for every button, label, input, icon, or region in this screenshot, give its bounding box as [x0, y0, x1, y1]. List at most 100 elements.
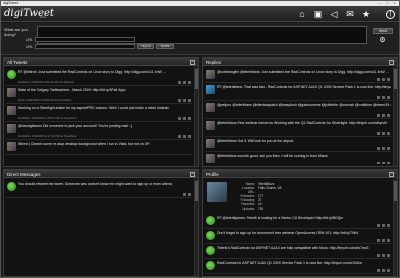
retweet-icon[interactable] [381, 239, 385, 242]
list-item[interactable]: @davidgibsons Did someone to pick your a… [6, 122, 192, 140]
mail-icon[interactable]: ✉ [345, 9, 355, 19]
send-button[interactable]: Send [373, 28, 393, 34]
retweet-icon[interactable] [381, 78, 385, 81]
favorite-icon[interactable] [386, 78, 390, 81]
list-item[interactable]: RT @telerikfans: That was fast - RadCont… [205, 83, 391, 101]
avatar [7, 70, 16, 79]
expand-icon[interactable]: ↗ [389, 171, 394, 177]
scroll-thumb[interactable] [394, 181, 397, 201]
list-item[interactable]: @telerikfans Got it. Will look for you a… [205, 137, 391, 152]
favorite-icon[interactable] [386, 269, 390, 272]
retweet-icon[interactable] [182, 135, 186, 138]
list-item[interactable]: Telerik's RadControls for ASP.NET AJAX a… [205, 244, 391, 259]
power-icon[interactable]: | [386, 10, 395, 19]
minimize-button[interactable]: – [378, 1, 383, 5]
reply-icon[interactable] [177, 99, 181, 102]
expand-icon[interactable]: ↗ [190, 171, 195, 177]
favorite-icon[interactable] [386, 96, 390, 99]
list-item[interactable]: RT @leltrob: Just submitted the RadContr… [6, 68, 192, 86]
list-item[interactable]: @telerikfans First webinar tomorrow Work… [205, 119, 391, 137]
retweet-icon[interactable] [381, 147, 385, 150]
close-button[interactable]: × [392, 1, 397, 5]
profile-tweets-list: RT @telerikjames: Telerik is looking for… [205, 214, 391, 274]
scrollbar[interactable] [393, 179, 397, 276]
list-item[interactable]: @telerikfans sounds good, see you then. … [205, 152, 391, 164]
scrollbar[interactable] [393, 67, 397, 166]
favorite-icon[interactable] [386, 224, 390, 227]
settings-gear-icon[interactable]: ⚙ [379, 37, 386, 44]
url-input-a[interactable] [35, 37, 135, 42]
reply-icon[interactable] [376, 254, 380, 257]
retweet-icon[interactable] [381, 162, 385, 164]
scrollbar[interactable] [194, 67, 198, 166]
list-item[interactable]: @ccbbfanglini @telerikfans: Just submitt… [205, 68, 391, 83]
home-icon[interactable]: ⌂ [297, 9, 307, 19]
reply-icon[interactable] [177, 81, 181, 84]
tinyurl-button[interactable]: TinyUrl [137, 44, 155, 49]
retweet-icon[interactable] [381, 269, 385, 272]
reply-icon[interactable] [376, 147, 380, 150]
scroll-thumb[interactable] [394, 69, 397, 89]
reply-icon[interactable] [376, 162, 380, 164]
favorite-icon[interactable] [386, 254, 390, 257]
reply-icon[interactable] [376, 114, 380, 117]
reply-icon[interactable] [376, 224, 380, 227]
app-logo: digiTweet [4, 8, 54, 19]
compose-area: What are you doing? Send ⚙ URL URL TinyU… [1, 23, 399, 55]
reply-icon[interactable] [182, 193, 186, 196]
list-item[interactable]: @petjuru @telerikfans @silentsatpatch @i… [205, 101, 391, 119]
reply-icon[interactable] [376, 239, 380, 242]
list-item[interactable]: RadControls for ASP.NET AJAX Q1 2009 Ser… [205, 259, 391, 274]
retweet-icon[interactable] [182, 117, 186, 120]
favorite-icon[interactable] [187, 81, 191, 84]
retweet-icon[interactable] [381, 254, 385, 257]
favorite-icon[interactable]: ★ [361, 9, 371, 19]
favorite-icon[interactable] [386, 162, 390, 164]
list-item[interactable]: Working on a Silverlight article for my … [6, 104, 192, 122]
favorite-icon[interactable] [187, 117, 191, 120]
reply-icon[interactable] [177, 135, 181, 138]
list-item[interactable]: Don't forget to sign up for tomorrow's f… [205, 229, 391, 244]
scroll-thumb[interactable] [195, 69, 198, 89]
favorite-icon[interactable] [386, 239, 390, 242]
window-controls: – □ × [378, 1, 397, 5]
reply-icon[interactable]: ◁ [329, 9, 339, 19]
delete-icon[interactable] [187, 193, 191, 196]
profile-avatar [207, 182, 227, 202]
url-input-b[interactable] [35, 44, 135, 49]
twitpic-button[interactable]: TwitPic [156, 44, 174, 49]
list-item[interactable]: State of the Celgary Twitterphere - Marc… [6, 86, 192, 104]
retweet-icon[interactable] [381, 132, 385, 135]
reply-icon[interactable] [376, 269, 380, 272]
reply-icon[interactable] [177, 117, 181, 120]
maximize-button[interactable]: □ [385, 1, 390, 5]
all-tweets-list: RT @leltrob: Just submitted the RadContr… [6, 68, 192, 164]
window-title: digiTweet [3, 1, 18, 5]
avatar [206, 261, 215, 270]
retweet-icon[interactable] [182, 99, 186, 102]
reply-icon[interactable] [376, 96, 380, 99]
retweet-icon[interactable] [381, 96, 385, 99]
retweet-icon[interactable] [381, 224, 385, 227]
profile-icon[interactable]: ▣ [313, 9, 323, 19]
favorite-icon[interactable] [386, 114, 390, 117]
list-item[interactable]: Whew:) Cleanin some re-stup desktop back… [6, 140, 192, 155]
tweet-meta: DanWahlin, 9/18/2009 12:47:12 PM via Twe… [18, 135, 77, 138]
retweet-icon[interactable] [182, 81, 186, 84]
favorite-icon[interactable] [187, 99, 191, 102]
list-item[interactable]: RT @telerikjames: Telerik is looking for… [205, 214, 391, 229]
tweet-actions [182, 193, 191, 196]
expand-icon[interactable]: ↗ [190, 59, 195, 65]
tweet-text: RT @telerikfans: That was fast - RadCont… [217, 85, 391, 89]
scroll-thumb[interactable] [195, 181, 198, 201]
scrollbar[interactable] [194, 179, 198, 276]
favorite-icon[interactable] [386, 132, 390, 135]
reply-icon[interactable] [376, 132, 380, 135]
favorite-icon[interactable] [386, 147, 390, 150]
list-item[interactable]: You should retweet the tweet. Someone wh… [6, 180, 192, 198]
reply-icon[interactable] [376, 78, 380, 81]
retweet-icon[interactable] [381, 114, 385, 117]
expand-icon[interactable]: ↗ [389, 59, 394, 65]
favorite-icon[interactable] [187, 135, 191, 138]
tweet-text: RT @leltrob: Just submitted the RadContr… [18, 70, 166, 74]
